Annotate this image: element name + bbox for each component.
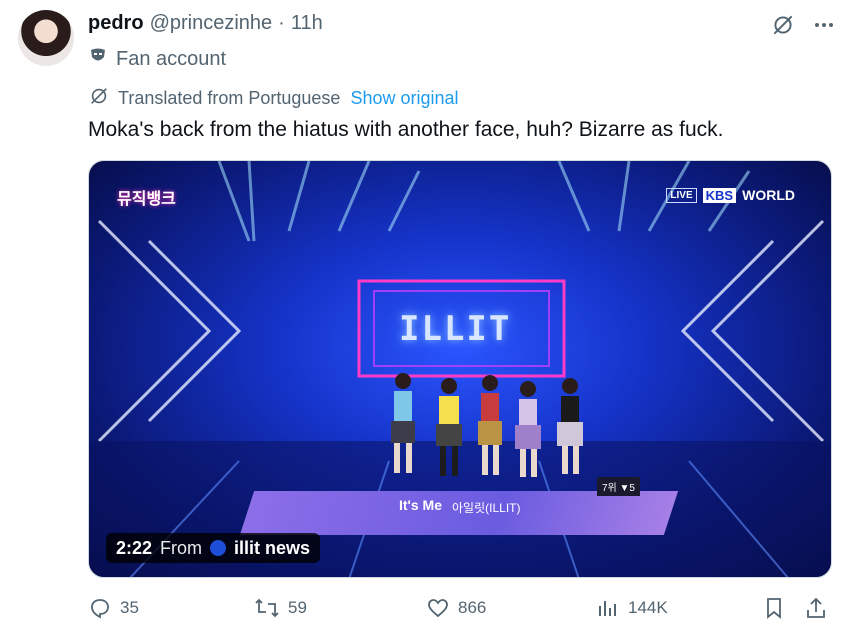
views-count: 144K	[628, 598, 668, 617]
lower-third-text: It's Me 아일릿(ILLIT)	[399, 497, 520, 516]
share-button[interactable]	[804, 596, 828, 620]
broadcaster-logo: LIVE KBS WORLD	[666, 187, 795, 203]
tweet-header: pedro @princezinhe · 11h	[88, 12, 323, 35]
mask-icon	[88, 46, 108, 72]
reply-button[interactable]: 35	[88, 596, 139, 620]
grok-icon[interactable]	[770, 12, 796, 43]
author-handle[interactable]: @princezinhe	[150, 12, 273, 35]
fan-account-text: Fan account	[116, 47, 227, 70]
more-icon[interactable]	[812, 13, 836, 42]
avatar[interactable]	[18, 10, 74, 66]
show-logo: 뮤직뱅크	[117, 191, 176, 208]
show-original-link[interactable]: Show original	[350, 88, 458, 109]
song-title: It's Me	[399, 497, 443, 513]
video-duration: 2:22	[116, 537, 153, 558]
rank-badge: 7위 ▼5	[597, 477, 640, 496]
tweet-text: Moka's back from the hiatus with another…	[88, 118, 724, 141]
video-source-badge[interactable]: 2:22 From illit news	[106, 533, 321, 563]
bookmark-button[interactable]	[762, 596, 786, 620]
video-player[interactable]: 뮤직뱅크 LIVE KBS WORLD ILLIT It's Me 아일릿(IL…	[88, 160, 832, 578]
share-icon	[804, 596, 828, 620]
from-label: From	[160, 537, 203, 558]
reply-count: 35	[120, 598, 139, 617]
stage-logo: ILLIT	[399, 309, 512, 349]
artist-name: 아일릿(ILLIT)	[452, 501, 521, 515]
views-button[interactable]: 144K	[596, 596, 668, 620]
like-button[interactable]: 866	[426, 596, 486, 620]
translate-icon	[88, 85, 110, 112]
world-label: WORLD	[742, 187, 795, 203]
like-count: 866	[458, 598, 487, 617]
channel-avatar-icon	[210, 540, 227, 556]
repost-button[interactable]: 59	[254, 596, 307, 620]
action-bar: 35 59 866 144K	[88, 596, 834, 626]
author-name[interactable]: pedro	[88, 12, 144, 35]
translation-notice: Translated from Portuguese Show original	[88, 85, 459, 112]
separator: ·	[278, 12, 285, 34]
live-label: LIVE	[666, 187, 697, 203]
translated-from-text: Translated from Portuguese	[118, 88, 341, 108]
views-icon	[596, 596, 620, 620]
timestamp[interactable]: 11h	[291, 12, 323, 35]
top-right-actions	[770, 12, 836, 43]
fan-account-label: Fan account	[88, 46, 226, 72]
repost-icon	[254, 596, 280, 620]
bookmark-icon	[762, 596, 786, 620]
kbs-label: KBS	[702, 187, 737, 203]
reply-icon	[88, 596, 112, 620]
repost-count: 59	[288, 598, 307, 617]
source-channel[interactable]: illit news	[234, 538, 310, 559]
heart-icon	[426, 596, 450, 620]
